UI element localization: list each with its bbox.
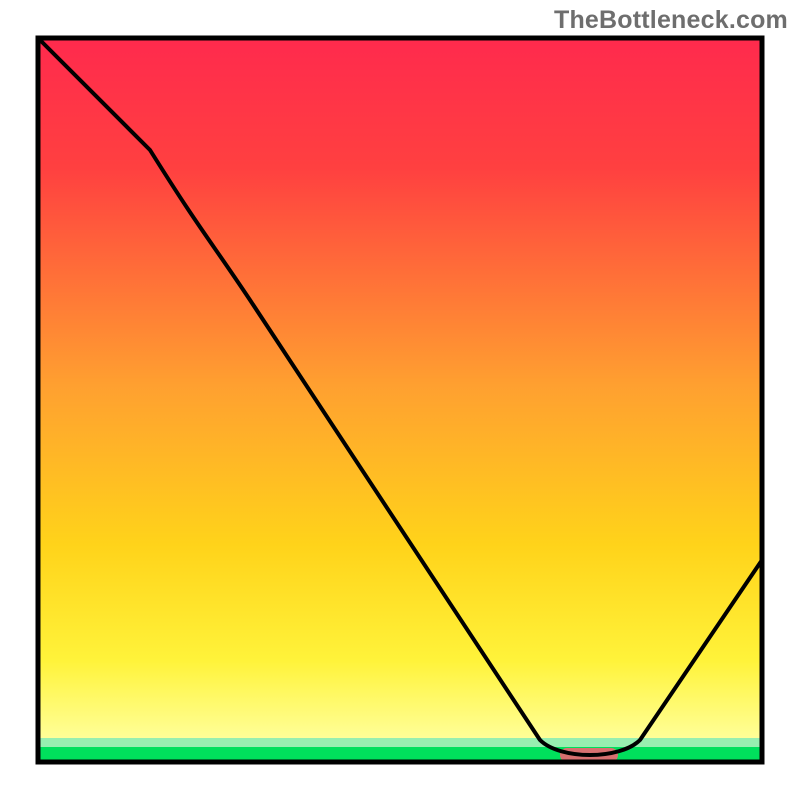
plot-area — [38, 38, 762, 762]
chart-container: TheBottleneck.com — [0, 0, 800, 800]
bottleneck-curve-plot — [0, 0, 800, 800]
green-fringe — [38, 738, 762, 747]
